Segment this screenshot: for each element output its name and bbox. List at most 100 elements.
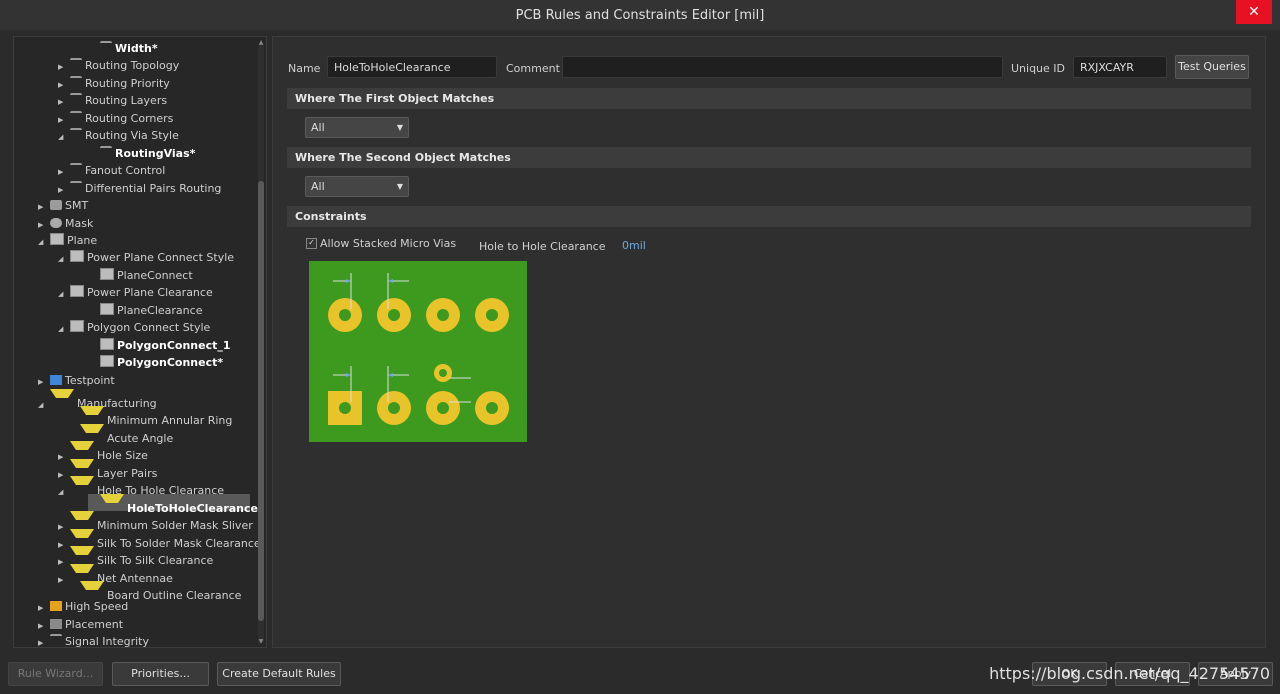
- mfg-rule-icon: [70, 511, 94, 530]
- tree-item[interactable]: ▶ Layer Pairs: [58, 458, 157, 480]
- tree-item[interactable]: PlaneClearance: [88, 302, 202, 319]
- first-object-header: Where The First Object Matches: [287, 88, 1251, 109]
- first-object-value: All: [311, 121, 325, 134]
- tree-item[interactable]: ▶ Silk To Silk Clearance: [58, 546, 213, 567]
- priorities-button[interactable]: Priorities...: [112, 662, 209, 686]
- route-rule-icon: [50, 634, 62, 646]
- name-input[interactable]: HoleToHoleClearance: [327, 56, 497, 78]
- tree-item[interactable]: Acute Angle: [68, 423, 173, 445]
- route-rule-icon: [70, 180, 82, 193]
- tree-item-label: RoutingVias*: [115, 146, 196, 160]
- unique-id-label: Unique ID: [1011, 62, 1066, 75]
- tree-item[interactable]: ◢ Routing Via Style: [58, 127, 179, 144]
- tree-item[interactable]: Board Outline Clearance: [68, 580, 241, 602]
- tree-item-label: Fanout Control: [85, 164, 166, 178]
- hole-to-hole-value[interactable]: 0mil: [622, 239, 646, 252]
- close-icon: ✕: [1248, 4, 1260, 20]
- collapse-arrow-icon[interactable]: ◢: [58, 251, 70, 268]
- tree-item[interactable]: ◢ Polygon Connect Style: [58, 319, 210, 336]
- tree-item[interactable]: ◢ Manufacturing: [38, 389, 157, 410]
- place-rule-icon: [50, 618, 62, 629]
- mask-rule-icon: [50, 217, 62, 228]
- tree-item[interactable]: ▶ Silk To Solder Mask Clearance: [58, 528, 261, 550]
- tree-item[interactable]: ▶ Routing Topology: [58, 57, 179, 74]
- tree-item[interactable]: ▶ Minimum Solder Mask Sliver: [58, 511, 253, 532]
- test-queries-button[interactable]: Test Queries: [1175, 55, 1249, 79]
- expand-arrow-icon[interactable]: ▶: [38, 635, 50, 647]
- tree-item[interactable]: ◢ Power Plane Clearance: [58, 284, 213, 301]
- tree-item[interactable]: ▶ High Speed: [38, 598, 128, 615]
- tree-item[interactable]: ▶ Routing Priority: [58, 75, 170, 92]
- expand-arrow-icon[interactable]: ▶: [58, 182, 70, 199]
- expand-arrow-icon[interactable]: ▶: [38, 618, 50, 635]
- close-button[interactable]: ✕: [1236, 0, 1272, 24]
- tree-item[interactable]: HoleToHoleClearance*: [88, 493, 264, 515]
- tree-item[interactable]: ▶ Mask: [38, 215, 93, 232]
- tree-item[interactable]: ◢ Power Plane Connect Style: [58, 249, 234, 266]
- tree-item[interactable]: Width*: [88, 40, 158, 57]
- route-rule-icon: [70, 110, 82, 123]
- tree-item[interactable]: Minimum Annular Ring: [68, 406, 232, 427]
- second-object-select[interactable]: All ▼: [305, 176, 409, 197]
- comment-input[interactable]: [562, 56, 1003, 78]
- tree-item-label: Power Plane Connect Style: [87, 251, 235, 265]
- collapse-arrow-icon[interactable]: ◢: [58, 321, 70, 338]
- route-rule-icon: [70, 163, 82, 175]
- name-label: Name: [288, 62, 321, 75]
- expand-arrow-icon[interactable]: ▶: [38, 199, 50, 216]
- allow-stacked-checkbox[interactable]: ✓: [306, 238, 317, 249]
- tree-item-label: Signal Integrity: [65, 635, 149, 648]
- expand-arrow-icon[interactable]: ▶: [58, 164, 70, 181]
- rule-wizard-button[interactable]: Rule Wizard...: [8, 662, 103, 686]
- tree-item[interactable]: RoutingVias*: [88, 145, 195, 162]
- tree-item[interactable]: ▶ Routing Corners: [58, 110, 173, 127]
- tree-item[interactable]: ▶ Net Antennae: [58, 563, 173, 585]
- tree-item-label: Routing Topology: [85, 59, 180, 73]
- tree-item[interactable]: ▶ Differential Pairs Routing: [58, 180, 221, 197]
- tree-item[interactable]: ▶ Hole Size: [58, 441, 148, 462]
- tree-item[interactable]: PlaneConnect: [88, 267, 193, 284]
- mfg-rule-icon: [50, 389, 74, 408]
- tree-item[interactable]: ▶ SMT: [38, 197, 88, 214]
- unique-id-input[interactable]: RXJXCAYR: [1073, 56, 1167, 78]
- rules-tree[interactable]: Width* ▶ Routing Topology ▶ Routing Priority…: [13, 36, 267, 648]
- collapse-arrow-icon[interactable]: ◢: [58, 129, 70, 146]
- route-rule-icon: [70, 128, 82, 140]
- comment-label: Comment: [506, 62, 560, 75]
- route-rule-icon: [70, 75, 82, 88]
- expand-arrow-icon[interactable]: ▶: [38, 600, 50, 617]
- first-object-select[interactable]: All ▼: [305, 117, 409, 138]
- tree-item[interactable]: PolygonConnect*: [88, 354, 223, 371]
- tree-item-label: Routing Via Style: [85, 129, 179, 143]
- expand-arrow-icon[interactable]: ▶: [58, 59, 70, 76]
- tree-item-label: Routing Corners: [85, 111, 174, 125]
- create-default-rules-button[interactable]: Create Default Rules: [217, 662, 341, 686]
- tree-item[interactable]: ▶ Signal Integrity: [38, 633, 149, 648]
- scroll-down-icon[interactable]: ▼: [258, 638, 264, 645]
- expand-arrow-icon[interactable]: ▶: [58, 112, 70, 129]
- rule-editor-panel: Name HoleToHoleClearance Comment Unique …: [272, 36, 1266, 648]
- watermark-text: https://blog.csdn.net/qq_42754570: [989, 664, 1270, 683]
- tree-item[interactable]: ◢ Hole To Hole Clearance: [58, 476, 224, 497]
- tree-item[interactable]: ▶ Routing Layers: [58, 92, 167, 109]
- collapse-arrow-icon[interactable]: ◢: [58, 286, 70, 303]
- tree-item-label: Polygon Connect Style: [87, 321, 211, 335]
- expand-arrow-icon[interactable]: ▶: [38, 217, 50, 234]
- tree-item[interactable]: PolygonConnect_1: [88, 337, 231, 354]
- mfg-rule-icon: [80, 580, 104, 600]
- collapse-arrow-icon[interactable]: ◢: [58, 484, 70, 501]
- scrollbar-thumb[interactable]: [258, 181, 264, 621]
- tree-item-label: SMT: [65, 199, 89, 213]
- collapse-arrow-icon[interactable]: ◢: [38, 397, 50, 414]
- expand-arrow-icon[interactable]: ▶: [58, 94, 70, 111]
- tree-item[interactable]: ▶ Testpoint: [38, 372, 115, 389]
- tree-item[interactable]: ▶ Placement: [38, 616, 123, 633]
- expand-arrow-icon[interactable]: ▶: [38, 374, 50, 391]
- mfg-rule-icon: [70, 441, 94, 460]
- mfg-rule-icon: [70, 546, 94, 565]
- expand-arrow-icon[interactable]: ▶: [58, 77, 70, 94]
- collapse-arrow-icon[interactable]: ◢: [38, 234, 50, 251]
- tree-item[interactable]: ▶ Fanout Control: [58, 162, 165, 179]
- mfg-rule-icon: [70, 563, 94, 583]
- tree-item[interactable]: ◢ Plane: [38, 232, 97, 249]
